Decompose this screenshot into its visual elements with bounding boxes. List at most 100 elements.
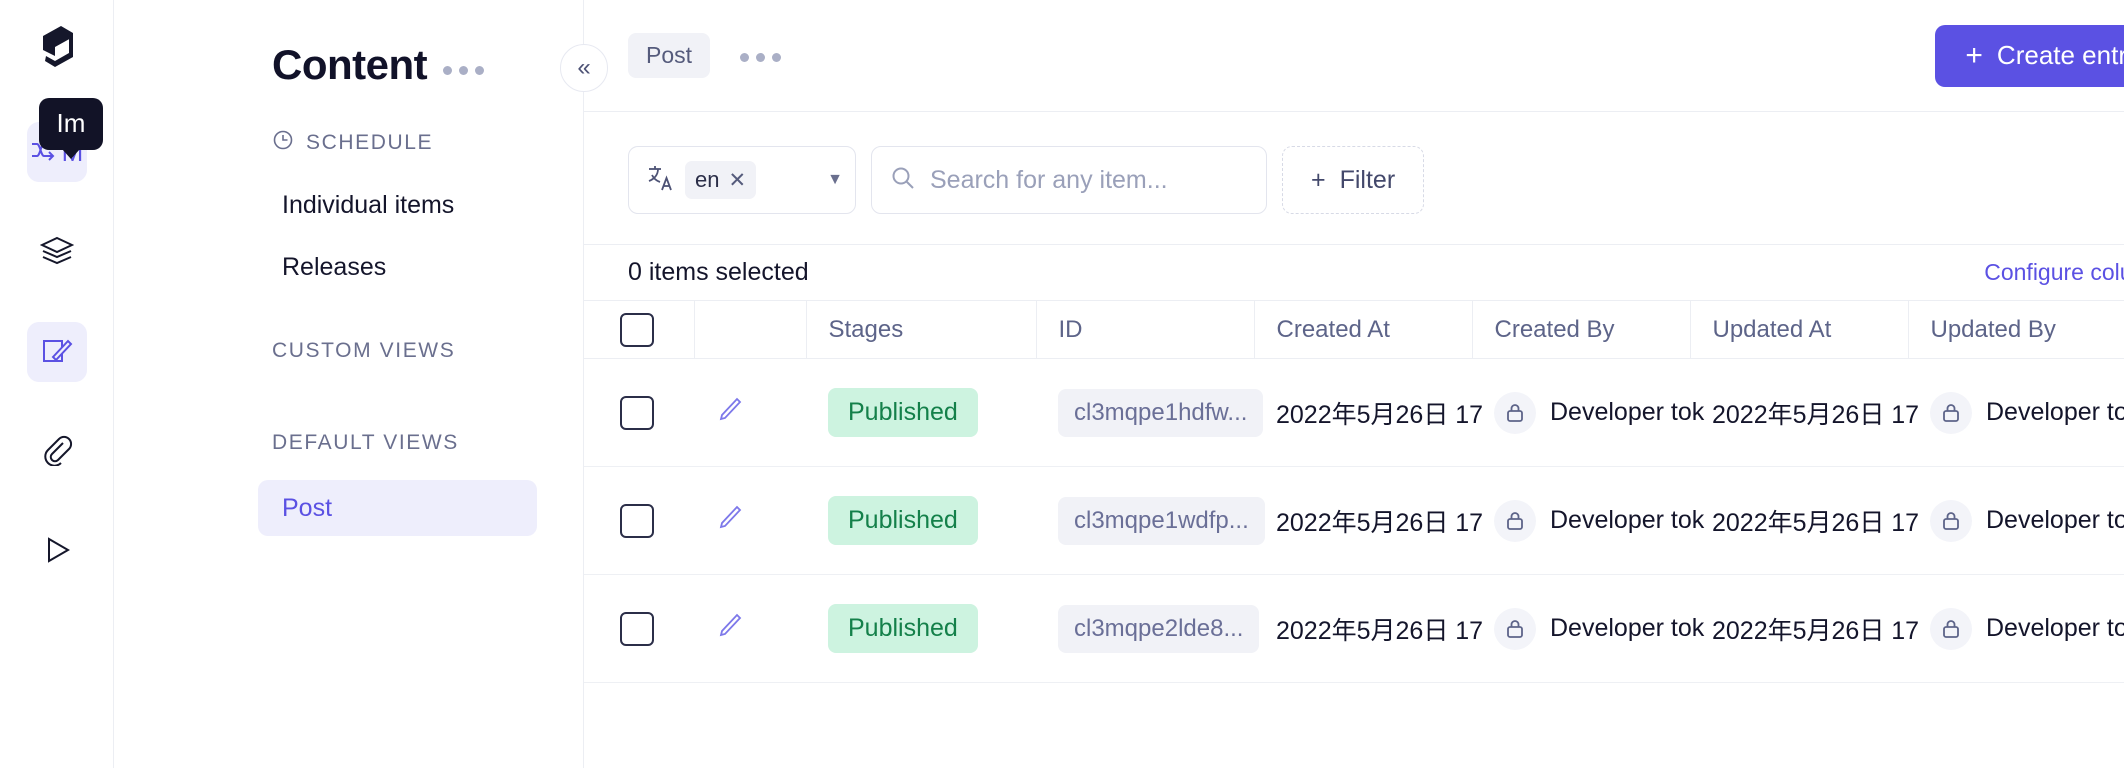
row-checkbox[interactable] <box>620 503 654 538</box>
row-id-cell: cl3mqpe2lde8... <box>1036 574 1260 683</box>
created-by-name: Developer tok <box>1550 506 1705 534</box>
sidebar-item-schema[interactable] <box>27 222 87 282</box>
row-edit-cell[interactable] <box>694 574 806 683</box>
sidebar-item-post[interactable]: Post <box>258 480 537 536</box>
row-updated-at-cell: 2022年5月26日 17 <box>1690 358 1919 467</box>
lock-icon <box>1930 499 1972 542</box>
sidebar-header: Content <box>114 0 583 100</box>
row-created-by-cell: Developer tok <box>1472 358 1704 467</box>
lock-icon <box>1494 607 1536 650</box>
clock-icon <box>272 129 294 157</box>
row-edit-cell[interactable] <box>694 358 806 467</box>
sidebar-item-individual-items[interactable]: Individual items <box>114 174 583 236</box>
layers-icon <box>39 235 74 270</box>
ellipsis-icon[interactable] <box>443 56 485 75</box>
filter-toolbar: « en ✕ ▼ Search for any item... + Filter <box>560 44 2124 244</box>
pencil-icon[interactable] <box>716 611 744 646</box>
header-stages[interactable]: Stages <box>806 300 1037 359</box>
main-topbar: Post + Create entry <box>584 0 2124 112</box>
header-select-all[interactable] <box>584 300 695 359</box>
row-select-cell[interactable] <box>584 466 694 575</box>
pencil-icon[interactable] <box>716 503 744 538</box>
translate-icon <box>645 163 675 198</box>
content-sidebar: Content SCHEDULE Individual items Releas… <box>114 0 584 768</box>
ellipsis-icon[interactable] <box>740 49 782 62</box>
status-badge: Published <box>828 496 978 545</box>
sidebar-section-custom-views: CUSTOM VIEWS <box>272 339 456 362</box>
created-by-name: Developer tok <box>1550 398 1705 426</box>
paperclip-icon <box>41 434 73 471</box>
updated-by-name: Developer tok <box>1986 506 2124 534</box>
tooltip-schedule: Im <box>38 98 104 159</box>
entry-id[interactable]: cl3mqpe1hdfw... <box>1058 388 1264 437</box>
chevron-down-icon[interactable]: ▼ <box>827 171 843 189</box>
page-title: Content <box>272 41 428 88</box>
table-header-row: Stages ID Created At Created By Updated … <box>584 300 2124 359</box>
row-edit-cell[interactable] <box>694 466 806 575</box>
lock-icon <box>1494 499 1536 542</box>
search-icon <box>890 165 916 196</box>
row-checkbox[interactable] <box>620 611 654 646</box>
sidebar-section-schedule-label: SCHEDULE <box>306 131 434 154</box>
lock-icon <box>1494 391 1536 434</box>
row-created-at-cell: 2022年5月26日 17 <box>1254 574 1483 683</box>
entries-table: Stages ID Created At Created By Updated … <box>584 300 2124 683</box>
row-id-cell: cl3mqpe1hdfw... <box>1036 358 1264 467</box>
locale-chip[interactable]: en ✕ <box>685 161 757 199</box>
sidebar-section-default-views: DEFAULT VIEWS <box>272 431 459 454</box>
add-filter-button[interactable]: + Filter <box>1282 146 1425 214</box>
sidebar-item-releases[interactable]: Releases <box>114 236 583 298</box>
content-edit-icon <box>40 333 74 372</box>
chevron-double-left-icon[interactable]: « <box>560 44 608 92</box>
model-tag[interactable]: Post <box>628 33 711 78</box>
graphcms-logo-icon[interactable] <box>28 18 86 76</box>
selected-count: 0 items selected <box>628 258 809 286</box>
header-updated-at[interactable]: Updated At <box>1690 300 1909 359</box>
configure-columns-link[interactable]: Configure columns <box>1984 259 2124 286</box>
sidebar-item-schedule[interactable]: Im M <box>26 98 104 182</box>
sidebar-item-assets[interactable] <box>27 422 87 482</box>
header-created-at[interactable]: Created At <box>1254 300 1473 359</box>
updated-by-name: Developer tok <box>1986 398 2124 426</box>
row-created-at-cell: 2022年5月26日 17 <box>1254 466 1483 575</box>
header-created-by[interactable]: Created By <box>1472 300 1691 359</box>
table-row[interactable]: Published cl3mqpe1wdfp... 2022年5月26日 17 <box>584 466 2124 575</box>
search-input[interactable] <box>930 165 1248 195</box>
sidebar-item-api-playground[interactable] <box>27 522 87 582</box>
content-manager-app: Im M <box>0 0 2124 768</box>
row-checkbox[interactable] <box>620 395 654 430</box>
row-updated-by-cell: Developer tok <box>1908 466 2124 575</box>
table-row[interactable]: Published cl3mqpe1hdfw... 2022年5月26日 17 <box>584 358 2124 467</box>
header-updated-by[interactable]: Updated By <box>1908 300 2124 359</box>
row-stage-cell: Published <box>806 358 1036 467</box>
locale-selector[interactable]: en ✕ ▼ <box>628 146 856 214</box>
selection-bar: 0 items selected Configure columns <box>584 244 2124 300</box>
status-badge: Published <box>828 604 978 653</box>
close-icon[interactable]: ✕ <box>728 168 746 193</box>
play-icon <box>41 534 73 571</box>
row-created-at-cell: 2022年5月26日 17 <box>1254 358 1483 467</box>
row-select-cell[interactable] <box>584 358 694 467</box>
row-stage-cell: Published <box>806 574 1036 683</box>
sidebar-item-content[interactable] <box>26 322 87 382</box>
row-created-by-cell: Developer tok <box>1472 466 1704 575</box>
row-updated-at-cell: 2022年5月26日 17 <box>1690 466 1919 575</box>
search-field[interactable] <box>871 146 1267 214</box>
entries-table-head: Stages ID Created At Created By Updated … <box>584 300 2124 359</box>
header-id[interactable]: ID <box>1036 300 1255 359</box>
table-row[interactable]: Published cl3mqpe2lde8... 2022年5月26日 17 <box>584 574 2124 683</box>
row-select-cell[interactable] <box>584 574 694 683</box>
plus-icon: + <box>1965 38 1983 72</box>
entry-id[interactable]: cl3mqpe2lde8... <box>1058 604 1260 653</box>
locale-chip-label: en <box>695 167 720 192</box>
updated-by-name: Developer tok <box>1986 614 2124 642</box>
status-badge: Published <box>828 388 978 437</box>
create-entry-label: Create entry <box>1996 40 2124 70</box>
sidebar-item-post-label: Post <box>282 493 333 522</box>
select-all-checkbox[interactable] <box>620 312 654 347</box>
created-by-name: Developer tok <box>1550 614 1705 642</box>
create-entry-button[interactable]: + Create entry <box>1935 24 2124 87</box>
entry-id[interactable]: cl3mqpe1wdfp... <box>1058 496 1265 545</box>
row-updated-by-cell: Developer tok <box>1908 358 2124 467</box>
pencil-icon[interactable] <box>716 395 744 430</box>
